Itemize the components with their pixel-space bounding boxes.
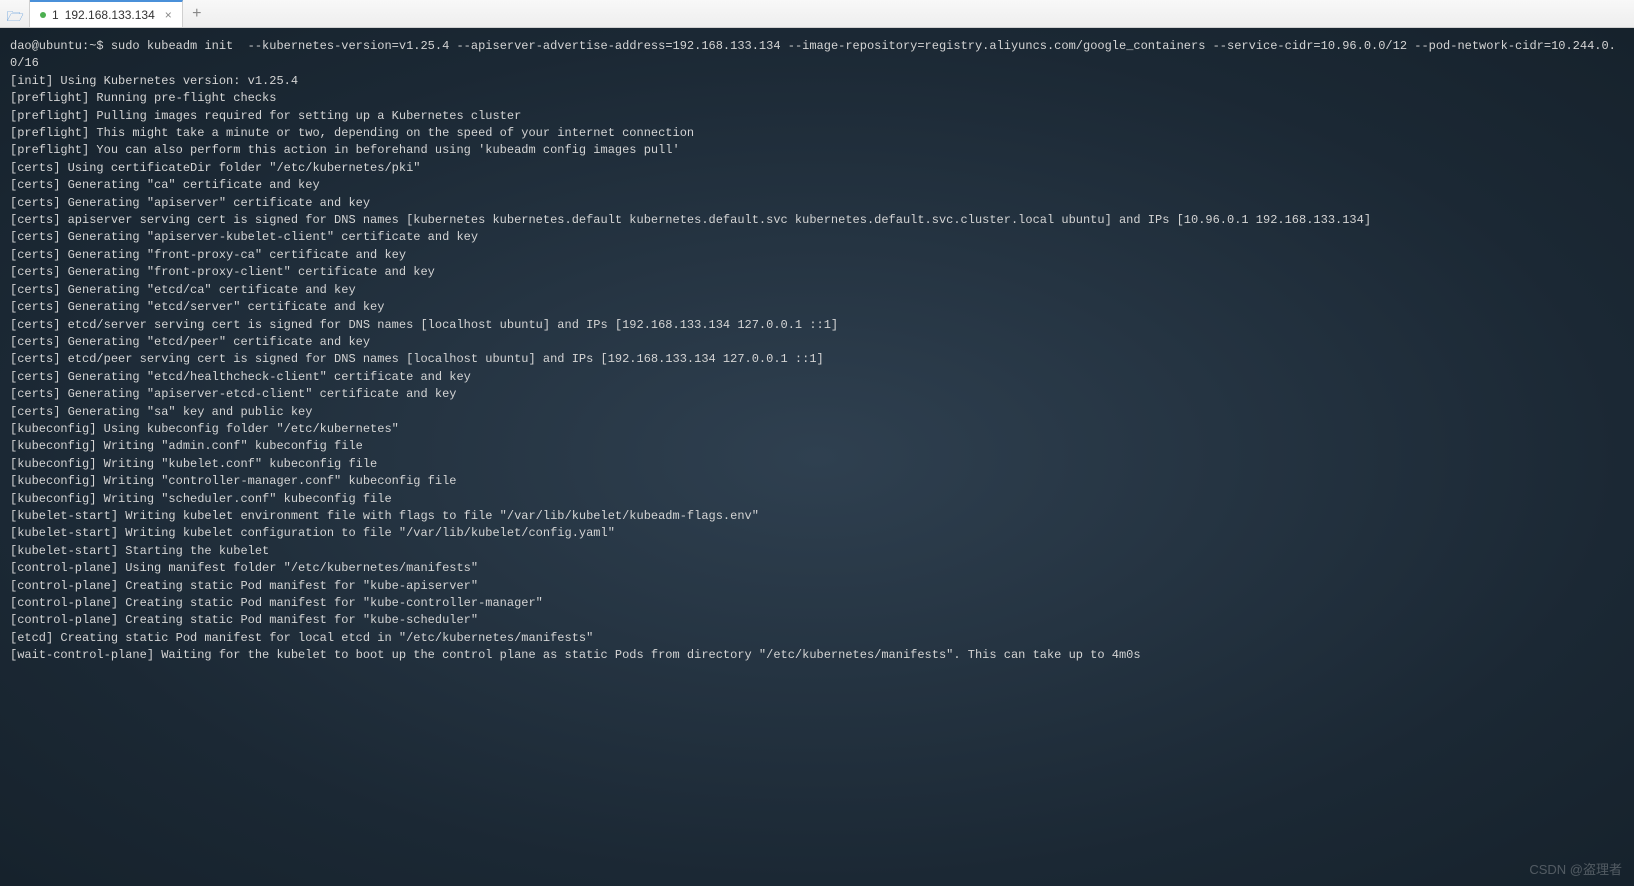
watermark: CSDN @盗理者 <box>1529 859 1622 878</box>
terminal-content: dao@ubuntu:~$ sudo kubeadm init --kubern… <box>10 38 1624 665</box>
tab-session-1[interactable]: 1 192.168.133.134 × <box>30 0 183 27</box>
close-icon[interactable]: × <box>165 8 172 22</box>
terminal-output: [init] Using Kubernetes version: v1.25.4… <box>10 74 1371 662</box>
tab-title: 192.168.133.134 <box>65 8 155 22</box>
add-tab-button[interactable]: + <box>183 0 211 27</box>
tab-bar: 1 192.168.133.134 × + <box>0 0 1634 28</box>
folder-icon <box>7 8 23 20</box>
tab-folder-button[interactable] <box>0 0 30 27</box>
terminal-command: sudo kubeadm init --kubernetes-version=v… <box>10 39 1616 70</box>
tab-number: 1 <box>52 8 59 22</box>
terminal-prompt: dao@ubuntu:~$ <box>10 39 104 53</box>
terminal-pane[interactable]: dao@ubuntu:~$ sudo kubeadm init --kubern… <box>0 28 1634 886</box>
status-dot-icon <box>40 12 46 18</box>
